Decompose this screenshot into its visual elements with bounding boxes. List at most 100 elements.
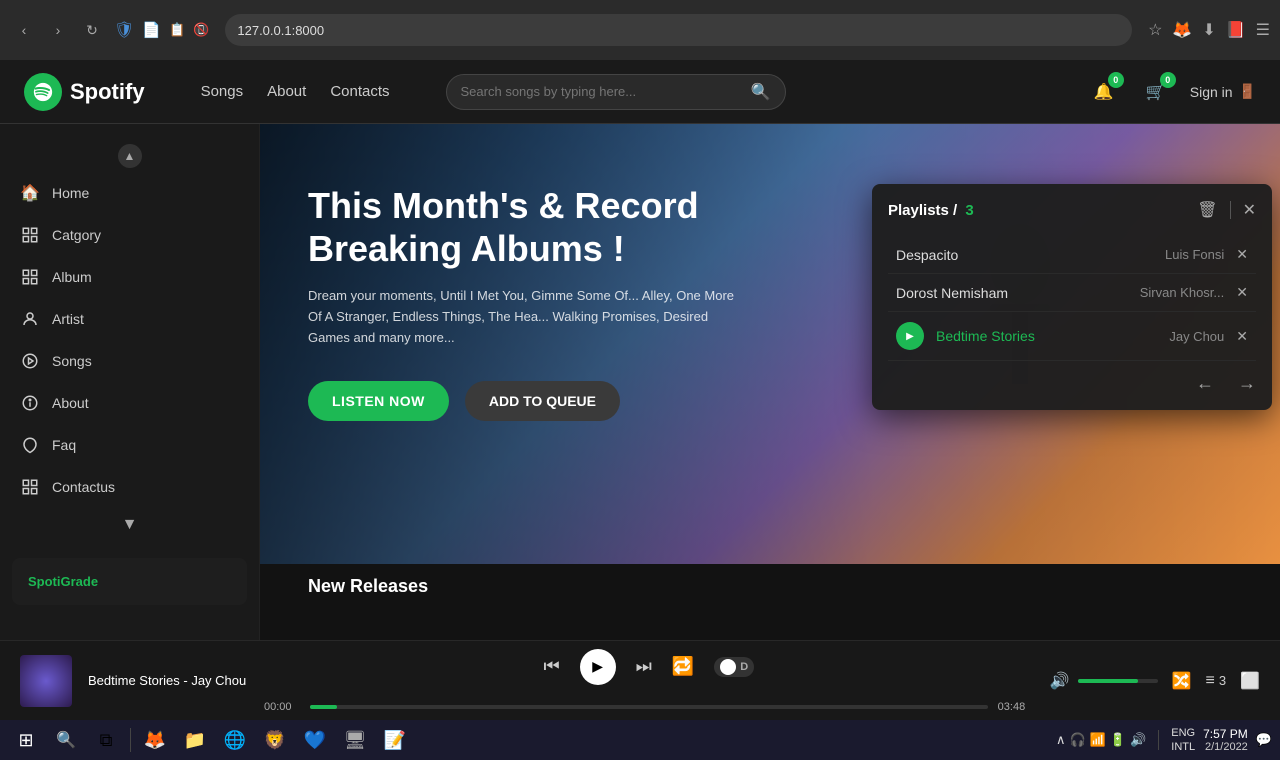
playlist-item-2: Dorost Nemisham Sirvan Khosr... ✕ bbox=[888, 274, 1256, 312]
sidebar-item-faq[interactable]: Faq bbox=[0, 424, 259, 466]
sidebar-item-artist[interactable]: Artist bbox=[0, 298, 259, 340]
sidebar-scroll-up[interactable]: ▲ bbox=[118, 144, 142, 168]
new-releases-section: New Releases bbox=[260, 564, 1280, 609]
playlist-next-button[interactable]: → bbox=[1238, 373, 1256, 394]
sidebar-scroll-down[interactable]: ▼ bbox=[0, 508, 259, 542]
hero-description: Dream your moments, Until I Met You, Gim… bbox=[308, 286, 748, 348]
next-button[interactable]: ⏭ bbox=[636, 656, 652, 677]
taskbar-brave-icon[interactable]: 🦁 bbox=[257, 722, 293, 758]
sign-in-button[interactable]: Sign in 🚪 bbox=[1190, 83, 1256, 100]
taskbar-firefox-icon[interactable]: 🌐 bbox=[217, 722, 253, 758]
nav-songs[interactable]: Songs bbox=[201, 83, 244, 100]
taskbar: ⊞ 🔍 ⧉ 🦊 📁 🌐 🦁 💙 🖥 📝 ∧ 🎧 📶 🔋 🔊 ENGINTL 7:… bbox=[0, 720, 1280, 760]
search-icon: 🔍 bbox=[751, 82, 771, 102]
divider bbox=[1230, 201, 1231, 219]
remove-song-3-button[interactable]: ✕ bbox=[1236, 328, 1248, 345]
sidebar-item-category[interactable]: Catgory bbox=[0, 214, 259, 256]
sidebar-label-faq: Faq bbox=[52, 437, 76, 453]
top-right-icons: 🔔 0 🛒 0 Sign in 🚪 bbox=[1086, 74, 1256, 110]
notifications-icon[interactable]: 💬 bbox=[1256, 732, 1272, 748]
artist-icon bbox=[20, 309, 40, 329]
listen-now-button[interactable]: LISTEN NOW bbox=[308, 381, 449, 421]
play-pause-button[interactable]: ▶ bbox=[580, 649, 616, 685]
progress-fill bbox=[310, 705, 337, 709]
nav-about[interactable]: About bbox=[267, 83, 306, 100]
fullscreen-button[interactable]: ⬜ bbox=[1240, 671, 1260, 691]
about-icon bbox=[20, 393, 40, 413]
date-display: 2/1/2022 bbox=[1205, 741, 1248, 753]
queue-lines-icon: ≡ bbox=[1206, 672, 1215, 690]
taskbar-terminal-icon[interactable]: 🖥 bbox=[337, 722, 373, 758]
sidebar-item-home[interactable]: 🏠 Home bbox=[0, 172, 259, 214]
taskview-button[interactable]: ⧉ bbox=[88, 722, 124, 758]
playlist-prev-button[interactable]: ← bbox=[1196, 373, 1214, 394]
remove-song-1-button[interactable]: ✕ bbox=[1236, 246, 1248, 263]
previous-button[interactable]: ⏮ bbox=[543, 656, 559, 677]
bookmark-icon[interactable]: ☆ bbox=[1148, 20, 1162, 40]
tray-wifi-icon[interactable]: 📶 bbox=[1090, 732, 1106, 748]
taskbar-vscode-icon[interactable]: 📝 bbox=[377, 722, 413, 758]
hero-content: This Month's & Record Breaking Albums ! … bbox=[308, 184, 748, 421]
song-name-1: Despacito bbox=[896, 247, 1153, 263]
track-info: Bedtime Stories - Jay Chou bbox=[88, 673, 248, 688]
progress-track[interactable] bbox=[310, 705, 988, 709]
sidebar-label-category: Catgory bbox=[52, 227, 101, 243]
sidebar-label-songs: Songs bbox=[52, 353, 92, 369]
repeat-button[interactable]: 🔁 bbox=[672, 656, 694, 677]
nav-links: Songs About Contacts bbox=[201, 83, 390, 100]
tray-headset-icon[interactable]: 🎧 bbox=[1070, 732, 1086, 748]
current-time: 00:00 bbox=[264, 701, 300, 713]
sidebar-item-album[interactable]: Album bbox=[0, 256, 259, 298]
tray-battery-icon[interactable]: 🔋 bbox=[1110, 732, 1126, 748]
taskbar-files-icon[interactable]: 📁 bbox=[177, 722, 213, 758]
logo-text: Spotify bbox=[70, 79, 145, 105]
playlist-close-button[interactable]: ✕ bbox=[1243, 200, 1256, 220]
playlist-delete-button[interactable]: 🗑 bbox=[1197, 200, 1217, 220]
menu-icon[interactable]: ☰ bbox=[1256, 20, 1270, 40]
forward-button[interactable]: › bbox=[44, 16, 72, 44]
remove-song-2-button[interactable]: ✕ bbox=[1236, 284, 1248, 301]
sidebar-item-songs[interactable]: Songs bbox=[0, 340, 259, 382]
reader-icon[interactable]: 📕 bbox=[1226, 20, 1246, 40]
profile-icon[interactable]: 🦊 bbox=[1172, 20, 1192, 40]
volume-track[interactable] bbox=[1078, 679, 1158, 683]
sidebar-item-about[interactable]: About bbox=[0, 382, 259, 424]
notifications-badge: 0 bbox=[1108, 72, 1124, 88]
cart-button[interactable]: 🛒 0 bbox=[1138, 74, 1174, 110]
volume-icon[interactable]: 🔊 bbox=[1050, 671, 1070, 691]
spotify-app: Spotify Songs About Contacts 🔍 🔔 0 🛒 0 S… bbox=[0, 60, 1280, 720]
progress-bar[interactable]: 00:00 03:48 bbox=[264, 701, 1034, 713]
new-releases-title: New Releases bbox=[308, 576, 428, 596]
taskbar-right: ∧ 🎧 📶 🔋 🔊 ENGINTL 7:57 PM 2/1/2022 💬 bbox=[1056, 726, 1272, 755]
address-bar[interactable]: 127.0.0.1:8000 bbox=[225, 14, 1132, 46]
content-area: This Month's & Record Breaking Albums ! … bbox=[260, 124, 1280, 640]
add-to-queue-button[interactable]: ADD TO QUEUE bbox=[465, 381, 620, 421]
queue-count: ≡ 3 bbox=[1206, 672, 1227, 690]
page-icon: 📄 bbox=[142, 21, 161, 39]
tray-volume-icon[interactable]: 🔊 bbox=[1130, 732, 1146, 748]
main-area: ▲ 🏠 Home Catgory bbox=[0, 124, 1280, 640]
taskbar-azure-icon[interactable]: 💙 bbox=[297, 722, 333, 758]
shuffle-button[interactable]: 🔀 bbox=[1172, 671, 1192, 691]
sidebar-label-artist: Artist bbox=[52, 311, 84, 327]
playlist-title: Playlists / 3 bbox=[888, 202, 974, 219]
refresh-button[interactable]: ↻ bbox=[78, 16, 106, 44]
player-right-controls: 🔊 🔀 ≡ 3 ⬜ bbox=[1050, 671, 1260, 691]
control-buttons: ⏮ ▶ ⏭ 🔁 D bbox=[543, 649, 754, 685]
start-button[interactable]: ⊞ bbox=[8, 722, 44, 758]
sidebar-label-album: Album bbox=[52, 269, 92, 285]
search-input[interactable] bbox=[461, 84, 743, 99]
taskbar-browser-icon[interactable]: 🦊 bbox=[137, 722, 173, 758]
volume-control: 🔊 bbox=[1050, 671, 1158, 691]
notifications-button[interactable]: 🔔 0 bbox=[1086, 74, 1122, 110]
sync-icon[interactable]: ⬇ bbox=[1202, 20, 1215, 40]
top-nav: Spotify Songs About Contacts 🔍 🔔 0 🛒 0 S… bbox=[0, 60, 1280, 124]
tray-arrow-icon[interactable]: ∧ bbox=[1056, 732, 1066, 748]
taskbar-search-button[interactable]: 🔍 bbox=[48, 722, 84, 758]
back-button[interactable]: ‹ bbox=[10, 16, 38, 44]
sidebar-item-contactus[interactable]: Contactus bbox=[0, 466, 259, 508]
auto-play-toggle[interactable]: D bbox=[714, 657, 754, 677]
url-text: 127.0.0.1:8000 bbox=[237, 23, 324, 38]
search-bar[interactable]: 🔍 bbox=[446, 74, 786, 110]
nav-contacts[interactable]: Contacts bbox=[330, 83, 389, 100]
